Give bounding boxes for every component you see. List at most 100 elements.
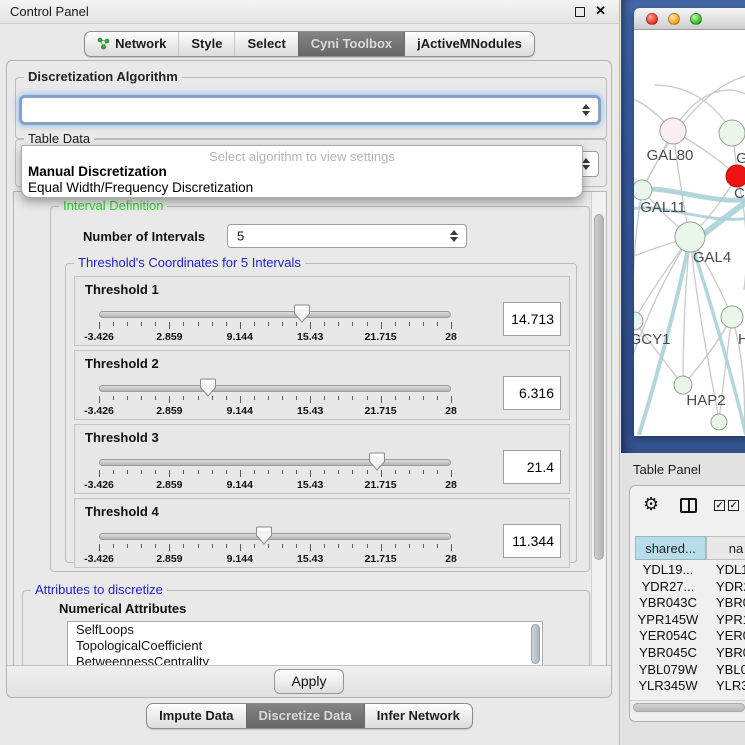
interval-definition-title: Interval Definition bbox=[59, 198, 167, 213]
threshold-value-field[interactable]: 6.316 bbox=[503, 376, 561, 410]
algorithm-dropdown-popup: Select algorithm to view settings Manual… bbox=[21, 145, 583, 198]
number-of-intervals-value: 5 bbox=[237, 229, 244, 244]
vertical-scrollbar[interactable] bbox=[591, 192, 606, 666]
table-row[interactable]: YLR345WYLR3 bbox=[630, 678, 745, 695]
algorithm-combobox[interactable] bbox=[21, 97, 599, 123]
network-window: GAL80GACGAL11GAL4GCY1HHAP2 bbox=[634, 8, 745, 436]
thresholds-title: Threshold's Coordinates for 5 Intervals bbox=[74, 255, 305, 270]
attribute-item-topologicalcoefficient[interactable]: TopologicalCoefficient bbox=[68, 638, 542, 654]
tab-network[interactable]: Network bbox=[85, 32, 178, 56]
cell-name: YBR0 bbox=[716, 645, 745, 660]
network-node-gal4[interactable] bbox=[675, 222, 705, 252]
tab-label: Style bbox=[191, 36, 222, 51]
network-node-ga[interactable] bbox=[719, 120, 745, 146]
tab-discretize-data[interactable]: Discretize Data bbox=[246, 704, 364, 728]
table-row[interactable]: YDR27...YDR2 bbox=[630, 579, 745, 596]
table-row[interactable]: YPR145W YPR1 bbox=[630, 612, 745, 629]
slider-ticks bbox=[99, 470, 451, 478]
network-view-background: GAL80GACGAL11GAL4GCY1HHAP2 bbox=[621, 0, 745, 453]
network-node-gal80[interactable] bbox=[660, 118, 686, 144]
numerical-attributes-list[interactable]: SelfLoopsTopologicalCoefficientBetweenne… bbox=[67, 621, 543, 667]
threshold-value-field[interactable]: 21.4 bbox=[503, 450, 561, 484]
network-icon bbox=[97, 37, 110, 50]
minimize-traffic-light-icon[interactable] bbox=[668, 13, 680, 25]
gear-icon[interactable]: ⚙ bbox=[643, 495, 659, 513]
slider-track[interactable] bbox=[99, 385, 451, 392]
threshold-slider[interactable]: -3.4262.8599.14415.4321.71528 bbox=[99, 455, 451, 493]
column-header-name[interactable]: na bbox=[706, 536, 745, 560]
network-node[interactable] bbox=[711, 414, 727, 430]
app-root: Control Panel ✕ Network Style SelectCyni T… bbox=[0, 0, 745, 745]
threshold-slider[interactable]: -3.4262.8599.14415.4321.71528 bbox=[99, 307, 451, 345]
slider-track[interactable] bbox=[99, 533, 451, 540]
table-panel: Table Panel ⚙ ✓ ✓ shared... na YDL19...Y… bbox=[621, 453, 745, 745]
table-body: YDL19...YDL1YDR27...YDR2YBR043C YBR0 YPR14… bbox=[630, 562, 745, 698]
table-row[interactable]: YDL19...YDL1 bbox=[630, 562, 745, 579]
slider-track[interactable] bbox=[99, 311, 451, 318]
algorithm-option-equal-width-frequency-discretization[interactable]: Equal Width/Frequency Discretization bbox=[22, 180, 582, 196]
tab-select[interactable]: Select bbox=[234, 32, 297, 56]
slider-ticks bbox=[99, 544, 451, 552]
table-data-title: Table Data bbox=[24, 131, 94, 146]
attribute-item-selfloops[interactable]: SelfLoops bbox=[68, 622, 542, 638]
table-row[interactable]: YER054CYER0 bbox=[630, 628, 745, 645]
zoom-traffic-light-icon[interactable] bbox=[690, 13, 702, 25]
network-node-gal11[interactable] bbox=[634, 180, 652, 200]
tab-style[interactable]: Style bbox=[178, 32, 234, 56]
table-row[interactable]: YIL052CYIL0 bbox=[630, 695, 745, 698]
apply-button[interactable]: Apply bbox=[274, 669, 343, 694]
checkbox-icon[interactable]: ✓ bbox=[728, 500, 739, 511]
close-traffic-light-icon[interactable] bbox=[646, 13, 658, 25]
table-row[interactable]: YBL079WYBL0 bbox=[630, 662, 745, 679]
horizontal-scrollbar-thumb[interactable] bbox=[633, 703, 745, 712]
network-node-h[interactable] bbox=[721, 306, 743, 328]
network-node-c[interactable] bbox=[726, 165, 745, 187]
cell-shared-name: YBR043C bbox=[630, 595, 706, 610]
table-row[interactable]: YBR045CYBR0 bbox=[630, 645, 745, 662]
tab-impute-data[interactable]: Impute Data bbox=[147, 704, 245, 728]
tab-cyni-toolbox[interactable]: Cyni Toolbox bbox=[298, 32, 404, 56]
cell-name: YPR1 bbox=[716, 612, 745, 627]
vertical-scrollbar-thumb[interactable] bbox=[594, 214, 604, 560]
slider-track[interactable] bbox=[99, 459, 451, 466]
slider-tick-labels: -3.4262.8599.14415.4321.71528 bbox=[99, 479, 451, 491]
tab-infer-network[interactable]: Infer Network bbox=[364, 704, 472, 728]
slider-thumb[interactable] bbox=[369, 452, 385, 471]
network-node-gcy1[interactable] bbox=[634, 312, 643, 330]
cell-shared-name: YPR145W bbox=[630, 612, 706, 627]
horizontal-scrollbar[interactable] bbox=[630, 700, 745, 713]
tab-jactivemnodules[interactable]: jActiveMNodules bbox=[404, 32, 534, 56]
cell-name: YDL1 bbox=[716, 562, 745, 577]
slider-thumb[interactable] bbox=[294, 304, 310, 323]
attributes-scrollbar-thumb[interactable] bbox=[531, 624, 540, 664]
slider-thumb[interactable] bbox=[200, 378, 216, 397]
column-header-shared[interactable]: shared... bbox=[635, 536, 706, 560]
control-panel-titlebar: Control Panel ✕ bbox=[0, 0, 619, 24]
close-icon[interactable]: ✕ bbox=[595, 3, 606, 19]
combo-arrows-icon bbox=[582, 158, 590, 170]
columns-icon[interactable] bbox=[680, 498, 697, 513]
algorithm-option-manual-discretization[interactable]: Manual Discretization bbox=[22, 164, 582, 180]
threshold-value-field[interactable]: 14.713 bbox=[503, 302, 561, 336]
slider-tick-labels: -3.4262.8599.14415.4321.71528 bbox=[99, 553, 451, 565]
network-canvas[interactable]: GAL80GACGAL11GAL4GCY1HHAP2 bbox=[634, 30, 745, 435]
slider-thumb[interactable] bbox=[256, 526, 272, 545]
combo-arrows-icon bbox=[582, 104, 590, 116]
checkbox-icon[interactable]: ✓ bbox=[714, 500, 725, 511]
float-window-icon[interactable] bbox=[575, 7, 585, 17]
threshold-value-field[interactable]: 11.344 bbox=[503, 524, 561, 558]
network-node-label: H bbox=[738, 331, 745, 348]
number-of-intervals-combobox[interactable]: 5 bbox=[227, 224, 467, 248]
top-tabs: Network Style SelectCyni ToolboxjActiveMNo… bbox=[84, 31, 535, 57]
cell-name: YBR0 bbox=[716, 595, 745, 610]
settings-scroll-area: Interval Definition Number of Intervals … bbox=[13, 191, 607, 667]
network-node-label: GA bbox=[736, 150, 745, 167]
interval-definition-group: Interval Definition Number of Intervals … bbox=[50, 206, 590, 572]
bottom-tab-bar: Impute DataDiscretize DataInfer Network bbox=[0, 703, 619, 729]
numerical-attributes-label: Numerical Attributes bbox=[59, 601, 186, 616]
threshold-slider[interactable]: -3.4262.8599.14415.4321.71528 bbox=[99, 529, 451, 567]
cell-shared-name: YDR27... bbox=[630, 579, 706, 594]
threshold-slider[interactable]: -3.4262.8599.14415.4321.71528 bbox=[99, 381, 451, 419]
network-window-titlebar bbox=[634, 8, 745, 30]
table-row[interactable]: YBR043C YBR0 bbox=[630, 595, 745, 612]
